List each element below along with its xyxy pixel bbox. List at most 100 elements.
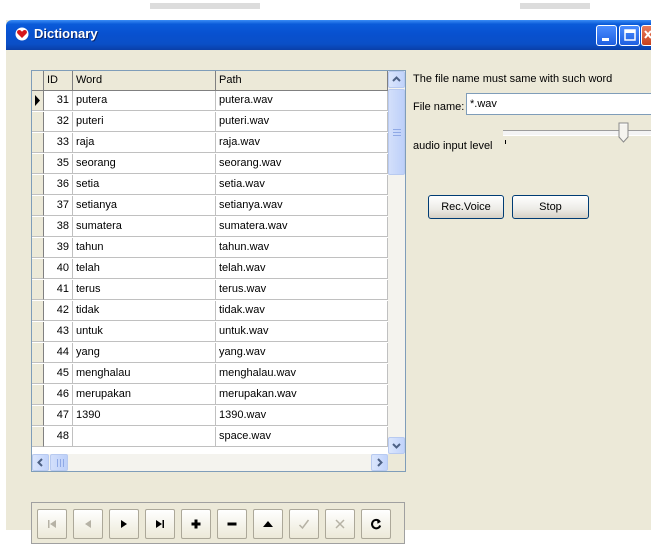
scroll-right-button[interactable] [371,454,388,471]
table-row[interactable]: 47 1390 1390.wav [32,406,388,426]
word-cell[interactable]: yang [73,343,216,363]
path-cell[interactable]: sumatera.wav [216,217,388,237]
row-indicator[interactable] [32,175,44,195]
row-indicator[interactable] [32,217,44,237]
nav-last-button[interactable] [145,509,175,539]
id-cell[interactable]: 36 [44,175,73,195]
word-cell[interactable]: telah [73,259,216,279]
horizontal-scroll-thumb[interactable] [50,454,68,471]
path-cell[interactable]: space.wav [216,427,388,447]
path-cell[interactable]: setia.wav [216,175,388,195]
path-cell[interactable]: seorang.wav [216,154,388,174]
id-cell[interactable]: 47 [44,406,73,426]
path-cell[interactable]: puteri.wav [216,112,388,132]
word-cell[interactable] [73,427,216,447]
row-indicator[interactable] [32,133,44,153]
vertical-scrollbar[interactable] [388,71,405,454]
table-row[interactable]: 36 setia setia.wav [32,175,388,195]
maximize-button[interactable] [619,25,640,46]
path-cell[interactable]: tahun.wav [216,238,388,258]
id-cell[interactable]: 31 [44,91,73,111]
row-indicator[interactable] [32,259,44,279]
row-indicator[interactable] [32,364,44,384]
row-indicator[interactable] [32,406,44,426]
column-header-path[interactable]: Path [216,71,388,91]
table-row[interactable]: 46 merupakan merupakan.wav [32,385,388,405]
path-cell[interactable]: setianya.wav [216,196,388,216]
id-cell[interactable]: 35 [44,154,73,174]
nav-delete-button[interactable] [217,509,247,539]
table-row[interactable]: 39 tahun tahun.wav [32,238,388,258]
path-cell[interactable]: putera.wav [216,91,388,111]
id-cell[interactable]: 38 [44,217,73,237]
table-row[interactable]: 35 seorang seorang.wav [32,154,388,174]
id-cell[interactable]: 44 [44,343,73,363]
path-cell[interactable]: yang.wav [216,343,388,363]
row-indicator[interactable] [32,343,44,363]
word-cell[interactable]: terus [73,280,216,300]
horizontal-scrollbar[interactable] [32,454,388,471]
vertical-scroll-thumb[interactable] [388,89,405,175]
table-row[interactable]: 44 yang yang.wav [32,343,388,363]
id-cell[interactable]: 46 [44,385,73,405]
word-cell[interactable]: setianya [73,196,216,216]
table-row[interactable]: 37 setianya setianya.wav [32,196,388,216]
stop-button[interactable]: Stop [512,195,589,219]
column-header-word[interactable]: Word [73,71,216,91]
nav-first-button[interactable] [37,509,67,539]
word-cell[interactable]: puteri [73,112,216,132]
path-cell[interactable]: untuk.wav [216,322,388,342]
id-cell[interactable]: 33 [44,133,73,153]
table-row[interactable]: 42 tidak tidak.wav [32,301,388,321]
id-cell[interactable]: 48 [44,427,73,447]
row-indicator[interactable] [32,301,44,321]
nav-cancel-button[interactable] [325,509,355,539]
nav-next-button[interactable] [109,509,139,539]
close-button[interactable] [641,25,651,46]
nav-insert-button[interactable] [181,509,211,539]
table-row[interactable]: 40 telah telah.wav [32,259,388,279]
word-cell[interactable]: setia [73,175,216,195]
table-row[interactable]: 41 terus terus.wav [32,280,388,300]
word-cell[interactable]: merupakan [73,385,216,405]
scroll-left-button[interactable] [32,454,49,471]
minimize-button[interactable] [596,25,617,46]
row-indicator[interactable] [32,322,44,342]
path-cell[interactable]: menghalau.wav [216,364,388,384]
nav-post-button[interactable] [289,509,319,539]
word-cell[interactable]: seorang [73,154,216,174]
word-cell[interactable]: 1390 [73,406,216,426]
table-row[interactable]: 48 space.wav [32,427,388,447]
row-indicator[interactable] [32,385,44,405]
row-indicator[interactable] [32,112,44,132]
file-name-input[interactable] [466,93,651,115]
id-cell[interactable]: 45 [44,364,73,384]
audio-level-slider-thumb[interactable] [618,122,629,143]
title-bar[interactable]: Dictionary [6,20,651,50]
nav-refresh-button[interactable] [361,509,391,539]
rec-voice-button[interactable]: Rec.Voice [428,195,504,219]
path-cell[interactable]: merupakan.wav [216,385,388,405]
id-cell[interactable]: 32 [44,112,73,132]
table-row[interactable]: 45 menghalau menghalau.wav [32,364,388,384]
scroll-down-button[interactable] [388,437,405,454]
table-row[interactable]: 32 puteri puteri.wav [32,112,388,132]
word-cell[interactable]: tidak [73,301,216,321]
path-cell[interactable]: tidak.wav [216,301,388,321]
row-indicator[interactable] [32,91,44,111]
row-indicator[interactable] [32,196,44,216]
word-cell[interactable]: untuk [73,322,216,342]
row-indicator[interactable] [32,238,44,258]
dictionary-grid[interactable]: ID Word Path 31 putera putera.wav 32 puteri p… [31,70,406,472]
table-row[interactable]: 43 untuk untuk.wav [32,322,388,342]
row-indicator[interactable] [32,280,44,300]
word-cell[interactable]: putera [73,91,216,111]
table-row[interactable]: 31 putera putera.wav [32,91,388,111]
id-cell[interactable]: 39 [44,238,73,258]
nav-edit-button[interactable] [253,509,283,539]
row-indicator[interactable] [32,427,44,447]
word-cell[interactable]: menghalau [73,364,216,384]
scroll-up-button[interactable] [388,71,405,88]
id-cell[interactable]: 43 [44,322,73,342]
id-cell[interactable]: 42 [44,301,73,321]
